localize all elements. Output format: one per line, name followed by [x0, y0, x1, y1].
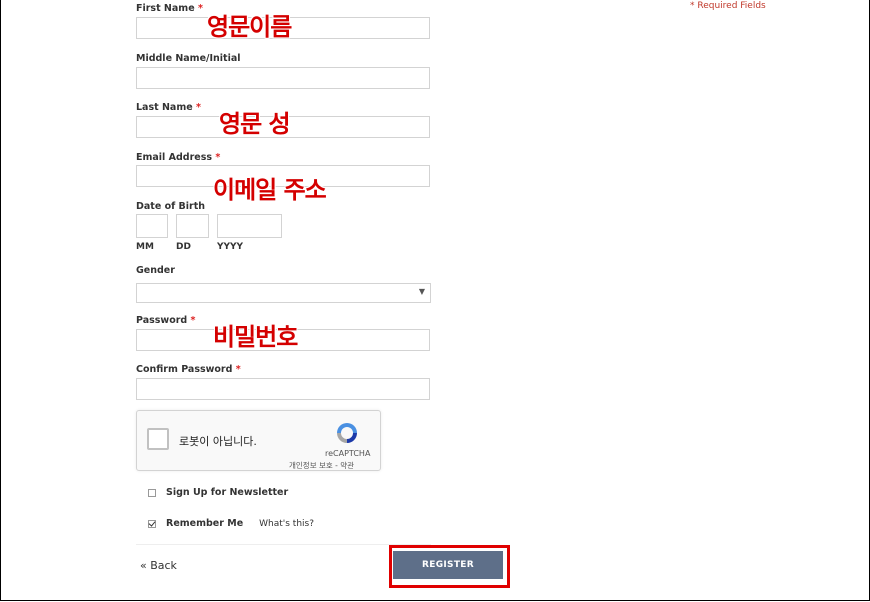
required-asterisk: *	[235, 364, 241, 375]
dob-year-input[interactable]	[217, 214, 282, 238]
dob-day-input[interactable]	[176, 214, 209, 238]
newsletter-checkbox[interactable]	[148, 488, 156, 497]
newsletter-row[interactable]: Sign Up for Newsletter	[148, 487, 288, 498]
email-annotation: 이메일 주소	[213, 176, 327, 204]
gender-label: Gender	[136, 265, 175, 276]
divider	[136, 544, 431, 545]
required-asterisk: *	[195, 102, 201, 113]
dob-year-label: YYYY	[217, 242, 244, 252]
confirm-password-label-text: Confirm Password	[136, 364, 233, 375]
last-name-label: Last Name *	[136, 102, 201, 113]
recaptcha-logo-icon	[337, 423, 357, 443]
page-frame	[0, 0, 870, 601]
recaptcha-text: 로봇이 아닙니다.	[179, 435, 257, 448]
first-name-label-text: First Name	[136, 3, 195, 14]
recaptcha-widget: 로봇이 아닙니다. reCAPTCHA 개인정보 보호 - 약관	[136, 410, 381, 471]
middle-name-label: Middle Name/Initial	[136, 53, 241, 64]
dob-label: Date of Birth	[136, 201, 206, 212]
first-name-label: First Name *	[136, 3, 203, 14]
email-label-text: Email Address	[136, 152, 213, 163]
password-label: Password *	[136, 315, 196, 326]
required-fields-note: * Required Fields	[690, 1, 766, 11]
last-name-annotation: 영문 성	[219, 110, 291, 138]
password-label-text: Password	[136, 315, 188, 326]
password-annotation: 비밀번호	[213, 323, 298, 351]
first-name-annotation: 영문이름	[207, 13, 292, 41]
required-asterisk: *	[215, 152, 221, 163]
confirm-password-input[interactable]	[136, 378, 430, 400]
remember-me-checkbox[interactable]	[148, 519, 156, 528]
recaptcha-terms-link[interactable]: 개인정보 보호 - 약관	[289, 460, 354, 471]
dob-day-label: DD	[176, 242, 191, 252]
required-asterisk: *	[197, 3, 203, 14]
recaptcha-checkbox[interactable]	[147, 428, 169, 450]
whats-this-link[interactable]: What's this?	[259, 519, 314, 529]
recaptcha-brand: reCAPTCHA	[325, 449, 371, 458]
gender-select[interactable]: ▼	[136, 283, 431, 303]
remember-me-label: Remember Me	[166, 518, 244, 529]
last-name-label-text: Last Name	[136, 102, 193, 113]
register-button[interactable]: REGISTER	[393, 551, 503, 579]
middle-name-input[interactable]	[136, 67, 430, 89]
remember-me-row[interactable]: Remember Me What's this?	[148, 518, 314, 529]
back-link[interactable]: « Back	[140, 559, 177, 572]
email-label: Email Address *	[136, 152, 220, 163]
required-asterisk: *	[190, 315, 196, 326]
dob-month-input[interactable]	[136, 214, 168, 238]
dob-month-label: MM	[136, 242, 154, 252]
newsletter-label: Sign Up for Newsletter	[166, 487, 289, 498]
dropdown-arrow-icon: ▼	[418, 287, 425, 296]
confirm-password-label: Confirm Password *	[136, 364, 241, 375]
